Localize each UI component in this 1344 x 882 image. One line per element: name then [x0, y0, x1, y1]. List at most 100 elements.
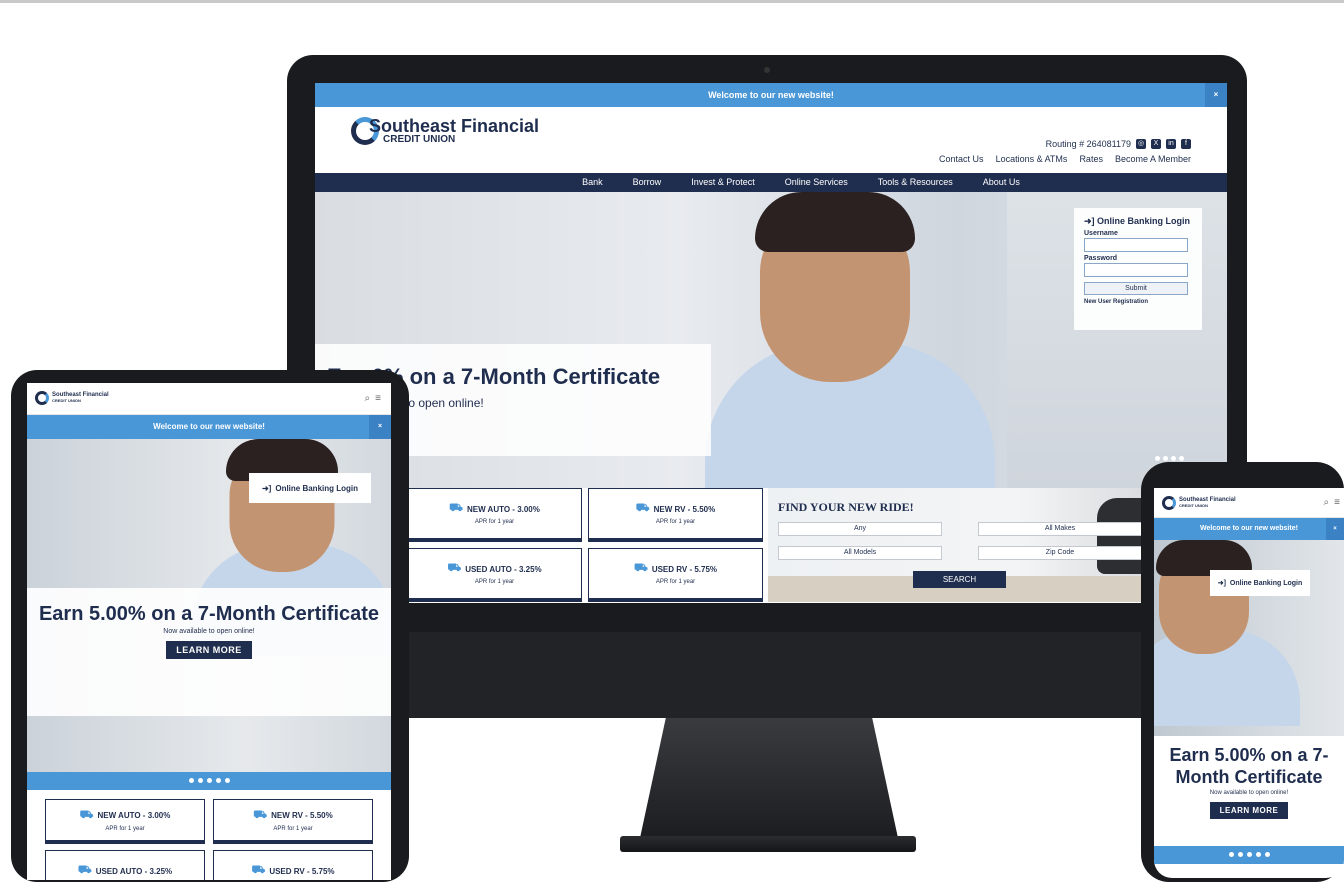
hamburger-menu-icon[interactable]: ≡ — [1334, 497, 1340, 508]
rate-name: NEW AUTO - 3.00% — [466, 504, 540, 514]
username-input[interactable] — [1084, 238, 1188, 252]
learn-more-button[interactable]: LEARN MORE — [166, 641, 252, 659]
rate-card-new-auto[interactable]: ⛟ NEW AUTO - 3.00% APR for 1 year — [45, 799, 205, 844]
tablet-screen: Southeast Financial CREDIT UNION ⌕ ≡ Welc… — [27, 383, 391, 880]
logo-mark-icon — [1162, 496, 1176, 510]
phone-online-banking-login-button[interactable]: ➜] Online Banking Login — [1210, 570, 1310, 596]
tablet-hero-subtext: Now available to open online! — [163, 628, 255, 635]
nav-bank[interactable]: Bank — [582, 173, 603, 192]
hero-headline-visible: 0% on a 7-Month Certificate — [371, 364, 661, 389]
monitor-foot — [620, 836, 916, 852]
phone-hero-subtext: Now available to open online! — [1209, 790, 1289, 796]
search-icon[interactable]: ⌕ — [365, 393, 371, 404]
linkedin-icon[interactable]: in — [1166, 139, 1176, 149]
welcome-banner-text: Welcome to our new website! — [153, 422, 265, 431]
rate-card-used-rv[interactable]: ⛟ USED RV - 5.75% APR for 1 year — [588, 548, 763, 602]
nav-invest-protect[interactable]: Invest & Protect — [691, 173, 755, 192]
x-icon[interactable]: X — [1151, 139, 1161, 149]
make-select[interactable]: All Makes — [978, 522, 1142, 536]
phone-header-icons: ⌕ ≡ — [1324, 497, 1340, 508]
phone-welcome-banner: Welcome to our new website! × — [1154, 518, 1344, 540]
close-icon[interactable]: × — [1326, 518, 1344, 540]
rate-apr: APR for 1 year — [474, 579, 515, 585]
car-icon: ⛟ — [77, 864, 92, 876]
close-icon[interactable]: × — [369, 415, 391, 439]
logo-mark-icon — [35, 391, 49, 405]
password-input[interactable] — [1084, 263, 1188, 277]
password-label: Password — [1084, 255, 1118, 262]
phone-hero-image: ➜] Online Banking Login — [1154, 540, 1344, 736]
nav-about-us[interactable]: About Us — [983, 173, 1020, 192]
search-button[interactable]: SEARCH — [913, 571, 1006, 588]
nav-tools-resources[interactable]: Tools & Resources — [878, 173, 953, 192]
tablet-carousel-strip — [27, 772, 391, 790]
tablet-header: Southeast Financial CREDIT UNION ⌕ ≡ — [27, 383, 391, 415]
rv-icon: ⛟ — [253, 808, 268, 821]
logo-subtitle: CREDIT UNION — [1179, 503, 1208, 508]
tablet-logo[interactable]: Southeast Financial CREDIT UNION — [35, 391, 109, 405]
login-label: Online Banking Login — [1229, 579, 1303, 587]
phone-hero-headline: Earn 5.00% on a 7-Month Certificate — [1169, 745, 1329, 787]
phone-carousel-dots[interactable] — [1154, 846, 1344, 857]
hero-carousel-dots[interactable] — [1155, 456, 1184, 461]
hero-subtext: to open online! — [405, 396, 484, 410]
model-select[interactable]: All Models — [778, 546, 942, 560]
search-icon[interactable]: ⌕ — [1324, 497, 1330, 508]
tablet-hero-card: Earn 5.00% on a 7-Month Certificate Now … — [27, 588, 391, 716]
logo-subtitle: CREDIT UNION — [383, 134, 456, 145]
rate-apr: APR for 1 year — [655, 579, 696, 585]
car-icon: ⛟ — [447, 562, 462, 574]
util-nav-rates[interactable]: Rates — [1079, 154, 1103, 164]
top-divider — [0, 0, 1344, 3]
rate-card-new-rv[interactable]: ⛟ NEW RV - 5.50% APR for 1 year — [213, 799, 373, 844]
rv-icon: ⛟ — [251, 864, 266, 876]
login-arrow-icon: ➜] — [261, 483, 272, 493]
nav-borrow[interactable]: Borrow — [633, 173, 662, 192]
tablet-carousel-dots[interactable] — [27, 772, 391, 783]
phone-logo[interactable]: Southeast Financial CREDIT UNION — [1162, 496, 1236, 510]
monitor-chin — [287, 632, 1247, 718]
welcome-banner-text: Welcome to our new website! — [708, 90, 834, 100]
camera-dot — [764, 67, 770, 73]
rate-card-new-rv[interactable]: ⛟ NEW RV - 5.50% APR for 1 year — [588, 488, 763, 542]
rv-icon: ⛟ — [633, 562, 648, 574]
rate-name: USED RV - 5.75% — [651, 564, 718, 574]
rate-card-used-auto[interactable]: ⛟ USED AUTO - 3.25% — [45, 850, 205, 880]
nav-online-services[interactable]: Online Services — [785, 173, 848, 192]
util-nav-contact[interactable]: Contact Us — [939, 154, 984, 164]
rate-apr: APR for 1 year — [655, 519, 696, 525]
tablet-header-icons: ⌕ ≡ — [365, 393, 381, 404]
logo-name: Southeast Financial — [369, 116, 540, 136]
rv-icon: ⛟ — [635, 502, 650, 514]
car-icon: ⛟ — [79, 808, 94, 821]
person-hair — [755, 192, 915, 252]
condition-select[interactable]: Any — [778, 522, 942, 536]
hamburger-menu-icon[interactable]: ≡ — [375, 393, 381, 404]
desktop-screen: Welcome to our new website! × Southeast … — [315, 83, 1227, 603]
new-user-registration-link[interactable]: New User Registration — [1084, 299, 1192, 305]
rate-card-used-auto[interactable]: ⛟ USED AUTO - 3.25% APR for 1 year — [407, 548, 582, 602]
instagram-icon[interactable]: ◎ — [1136, 139, 1146, 149]
rate-card-used-rv[interactable]: ⛟ USED RV - 5.75% — [213, 850, 373, 880]
login-arrow-icon: ➜] — [1217, 580, 1226, 587]
online-banking-login-panel: ➜] Online Banking Login Username Passwor… — [1074, 208, 1202, 330]
rate-name: USED AUTO - 3.25% — [95, 866, 173, 876]
submit-button[interactable]: Submit — [1084, 282, 1188, 295]
site-logo[interactable]: Southeast Financial CREDIT UNION — [351, 117, 539, 145]
close-icon[interactable]: × — [1205, 83, 1227, 107]
rate-name: NEW AUTO - 3.00% — [97, 811, 171, 820]
routing-number-bar: Routing # 264081179 ◎ X in f — [1046, 139, 1191, 149]
monitor-stand — [640, 718, 898, 838]
phone-screen: Southeast Financial CREDIT UNION ⌕ ≡ Welc… — [1154, 488, 1344, 878]
learn-more-button[interactable]: LEARN MORE — [1209, 802, 1289, 819]
util-nav-locations[interactable]: Locations & ATMs — [996, 154, 1068, 164]
hero-person-image — [685, 192, 1015, 488]
util-nav-become-member[interactable]: Become A Member — [1115, 154, 1191, 164]
tablet-online-banking-login-button[interactable]: ➜] Online Banking Login — [249, 473, 371, 503]
zip-code-input[interactable]: Zip Code — [978, 546, 1142, 560]
rate-card-new-auto[interactable]: ⛟ NEW AUTO - 3.00% APR for 1 year — [407, 488, 582, 542]
logo-subtitle: CREDIT UNION — [52, 398, 81, 403]
login-arrow-icon: ➜] — [1084, 216, 1098, 226]
facebook-icon[interactable]: f — [1181, 139, 1191, 149]
rates-grid: ⛟ NEW AUTO - 3.00% APR for 1 year ⛟ NEW RV… — [407, 488, 763, 602]
